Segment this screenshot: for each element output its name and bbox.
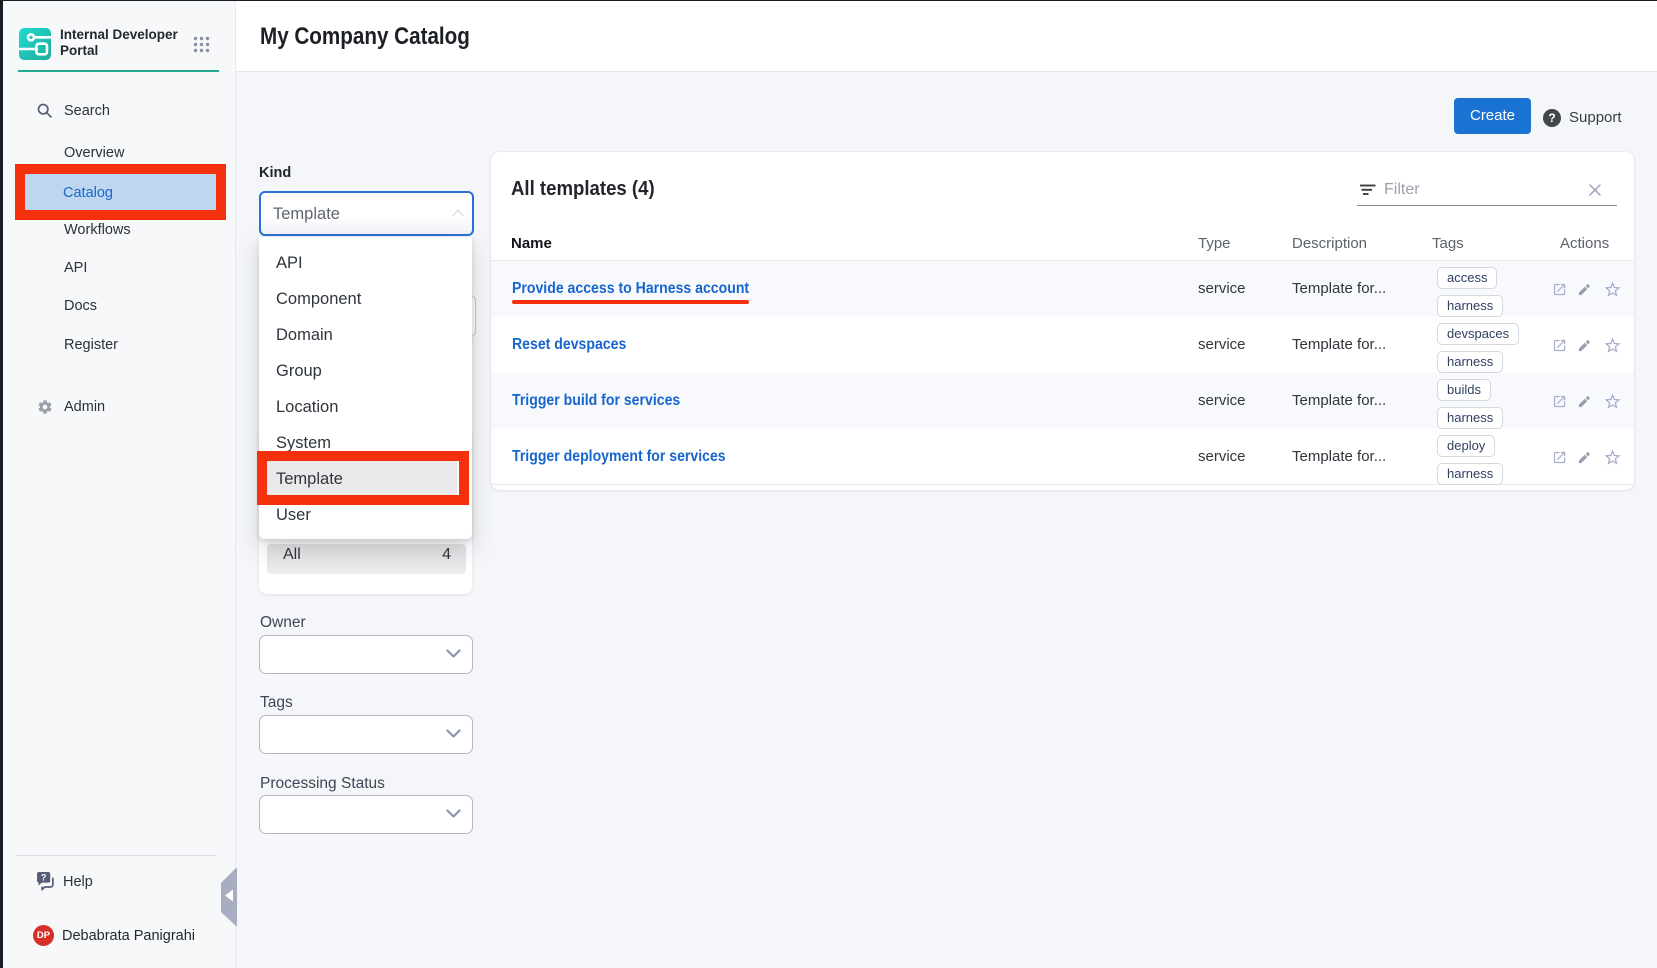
svg-text:?: ? <box>41 872 47 882</box>
